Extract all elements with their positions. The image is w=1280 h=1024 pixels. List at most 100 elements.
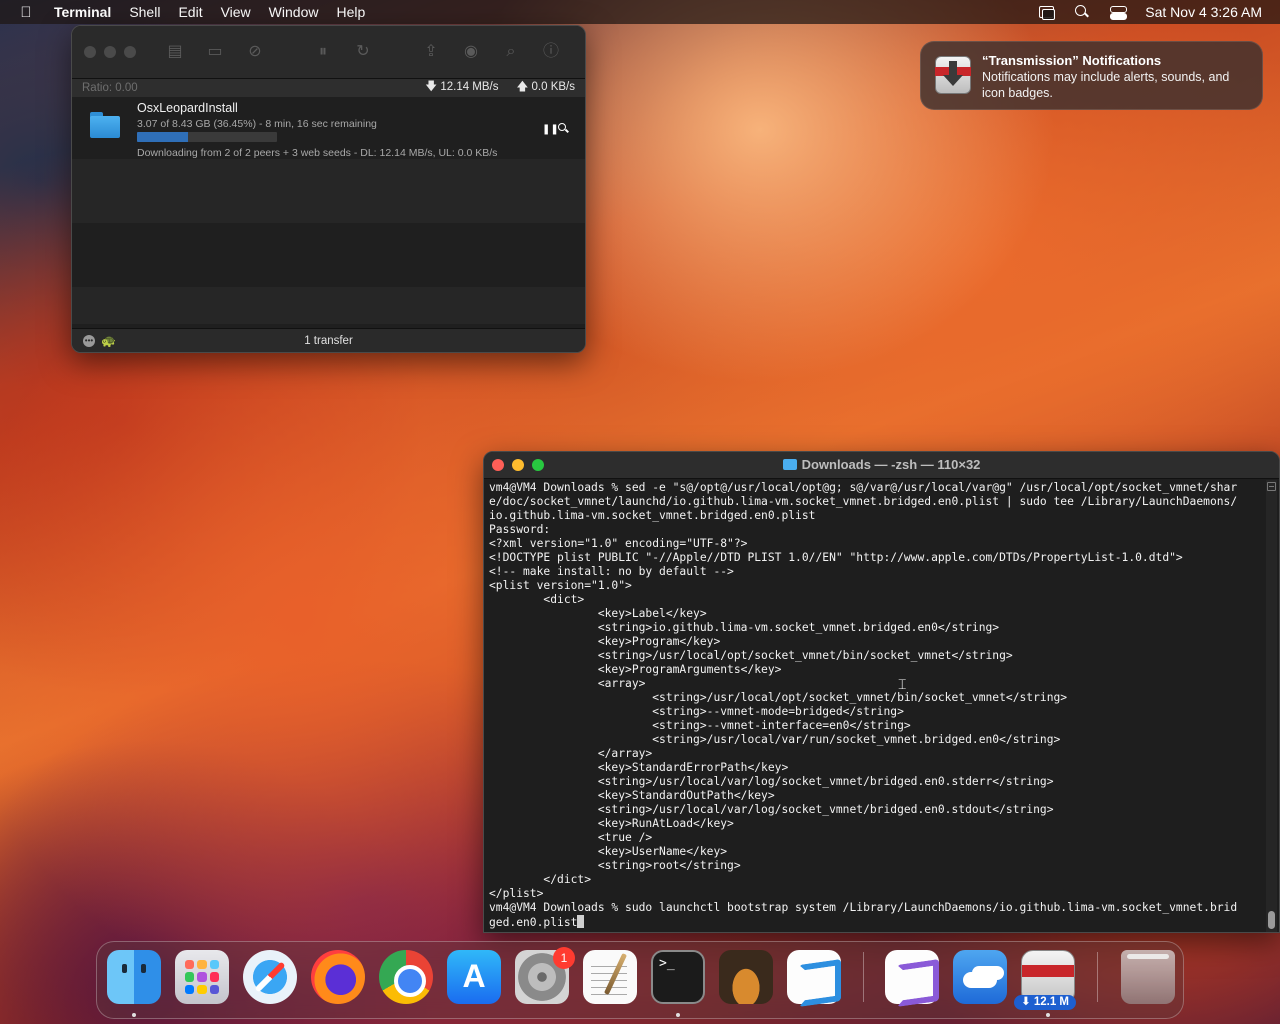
running-indicator — [132, 1013, 136, 1017]
terminal-line: </dict> — [489, 873, 592, 886]
apple-icon[interactable]:  — [0, 4, 52, 21]
firefox-icon[interactable] — [311, 950, 365, 1004]
terminal-line: io.github.lima-vm.socket_vmnet.bridged.e… — [489, 509, 816, 522]
transmission-toolbar: ▤ ▭ ⊘ ⏸ ↻ ⇪ ◉ ⌕ ⓘ — [72, 26, 585, 79]
upload-speed: 🡅 0.0 KB/s — [516, 80, 576, 93]
garageband-icon[interactable] — [719, 950, 773, 1004]
quick-look-icon[interactable]: ◉ — [460, 41, 482, 63]
terminal-line: vm4@VM4 Downloads % sed -e "s@/opt@/usr/… — [489, 481, 1238, 494]
resume-all-icon[interactable]: ↻ — [352, 41, 374, 63]
terminal-line: vm4@VM4 Downloads % sudo launchctl boots… — [489, 901, 1238, 914]
control-center-icon[interactable] — [1109, 5, 1128, 20]
terminal-line: <string>/usr/local/var/log/socket_vmnet/… — [489, 775, 1054, 788]
close-button[interactable] — [84, 46, 96, 58]
menu-bar:  Terminal Shell Edit View Window Help S… — [0, 0, 1280, 24]
share-icon[interactable]: ⇪ — [420, 41, 442, 63]
menu-view[interactable]: View — [212, 4, 260, 20]
terminal-output[interactable]: vm4@VM4 Downloads % sed -e "s@/opt@/usr/… — [489, 481, 1264, 931]
terminal-line: <string>root</string> — [489, 859, 741, 872]
terminal-title: Downloads — -zsh — 110×32 — [484, 457, 1279, 472]
terminal-scrollbar[interactable] — [1266, 480, 1277, 932]
torrent-row[interactable]: OsxLeopardInstall 3.07 of 8.43 GB (36.45… — [72, 97, 585, 159]
menu-bar-clock[interactable]: Sat Nov 4 3:26 AM — [1145, 4, 1262, 20]
dock-separator — [863, 952, 864, 1002]
dock-separator — [1097, 952, 1098, 1002]
safari-icon[interactable] — [243, 950, 297, 1004]
running-indicator — [676, 1013, 680, 1017]
terminal-line: <?xml version="1.0" encoding="UTF-8"?> — [489, 537, 748, 550]
finder-icon[interactable] — [107, 950, 161, 1004]
transmission-download-badge: ⬇ 12.1 M — [1014, 995, 1076, 1010]
menu-help[interactable]: Help — [327, 4, 374, 20]
terminal-line: <string>/usr/local/var/log/socket_vmnet/… — [489, 803, 1054, 816]
terminal-line: </plist> — [489, 887, 544, 900]
remove-torrent-icon[interactable]: ⊘ — [244, 41, 266, 63]
split-pane-icon[interactable] — [1267, 482, 1276, 491]
menu-app-name[interactable]: Terminal — [52, 4, 120, 20]
terminal-window: Downloads — -zsh — 110×32 vm4@VM4 Downlo… — [483, 451, 1280, 933]
menu-window[interactable]: Window — [260, 4, 328, 20]
open-torrent-file-icon[interactable]: ▤ — [164, 41, 186, 63]
terminal-line: <key>UserName</key> — [489, 845, 728, 858]
terminal-line: <dict> — [489, 593, 585, 606]
inspector-info-icon[interactable]: ⓘ — [540, 41, 562, 63]
notification-banner[interactable]: “Transmission” Notifications Notificatio… — [920, 41, 1263, 110]
terminal-titlebar[interactable]: Downloads — -zsh — 110×32 — [484, 452, 1279, 479]
notification-title: “Transmission” Notifications — [982, 53, 1162, 68]
terminal-line: </array> — [489, 747, 653, 760]
windows-icon[interactable] — [1037, 5, 1056, 20]
scrollbar-thumb[interactable] — [1268, 911, 1275, 929]
terminal-line: <true /> — [489, 831, 653, 844]
launchpad-icon[interactable] — [175, 950, 229, 1004]
terminal-line: Password: — [489, 523, 551, 536]
pause-icon[interactable]: ❚❚ — [542, 124, 559, 135]
vscode-icon[interactable] — [787, 950, 841, 1004]
torrent-progress-fill — [137, 132, 189, 142]
download-arrow-icon: 🡇 — [425, 80, 441, 93]
menu-shell[interactable]: Shell — [120, 4, 169, 20]
ibeam-cursor-icon: ⌶ — [898, 676, 907, 692]
empty-row — [72, 287, 585, 324]
open-folder-icon[interactable]: ▭ — [204, 41, 226, 63]
terminal-line: ged.en0.plist — [489, 915, 1264, 930]
terminal-line: <key>StandardErrorPath</key> — [489, 761, 789, 774]
terminal-line: <key>RunAtLoad</key> — [489, 817, 734, 830]
notification-body: Notifications may include alerts, sounds… — [982, 70, 1230, 100]
transmission-app-icon — [935, 56, 971, 94]
running-indicator — [1046, 1013, 1050, 1017]
terminal-line: e/doc/socket_vmnet/launchd/io.github.lim… — [489, 495, 1238, 508]
app-store-icon[interactable] — [447, 950, 501, 1004]
transmission-footer: ••• 🐢 1 transfer — [72, 328, 585, 352]
terminal-line: <key>Label</key> — [489, 607, 707, 620]
download-speed: 🡇 12.14 MB/s — [425, 80, 499, 93]
terminal-line: <!DOCTYPE plist PUBLIC "-//Apple//DTD PL… — [489, 551, 1183, 564]
chrome-icon[interactable] — [379, 950, 433, 1004]
minimize-button[interactable] — [104, 46, 116, 58]
torrent-progress-text: 3.07 of 8.43 GB (36.45%) - 8 min, 16 sec… — [137, 118, 377, 130]
weather-icon[interactable] — [953, 950, 1007, 1004]
terminal-line: <string>io.github.lima-vm.socket_vmnet.b… — [489, 621, 1000, 634]
menu-edit[interactable]: Edit — [169, 4, 211, 20]
terminal-line: <key>ProgramArguments</key> — [489, 663, 782, 676]
upload-arrow-icon: 🡅 — [516, 80, 532, 93]
dock: 1 ⬇ 12.1 M — [96, 941, 1184, 1019]
ratio-label[interactable]: Ratio: 0.00 — [82, 82, 407, 94]
terminal-line: <key>StandardOutPath</key> — [489, 789, 775, 802]
folder-icon — [90, 112, 120, 138]
terminal-line: <string>/usr/local/opt/socket_vmnet/bin/… — [489, 691, 1068, 704]
trash-icon[interactable] — [1121, 950, 1175, 1004]
transmission-window: ▤ ▭ ⊘ ⏸ ↻ ⇪ ◉ ⌕ ⓘ Ratio: 0.00 🡇 12.14 MB… — [71, 25, 586, 353]
terminal-icon[interactable] — [651, 950, 705, 1004]
textedit-icon[interactable] — [583, 950, 637, 1004]
terminal-line: <string>--vmnet-mode=bridged</string> — [489, 705, 904, 718]
pause-all-icon[interactable]: ⏸ — [312, 41, 334, 63]
transmission-status-bar: Ratio: 0.00 🡇 12.14 MB/s 🡅 0.0 KB/s — [72, 79, 585, 97]
visual-studio-icon[interactable] — [885, 950, 939, 1004]
zoom-button[interactable] — [124, 46, 136, 58]
search-icon[interactable] — [1073, 5, 1091, 19]
reveal-in-finder-icon[interactable] — [558, 123, 568, 133]
terminal-line: <string>/usr/local/var/run/socket_vmnet.… — [489, 733, 1061, 746]
filter-search-icon[interactable]: ⌕ — [500, 41, 522, 63]
terminal-line: <array> — [489, 677, 646, 690]
terminal-line: <key>Program</key> — [489, 635, 721, 648]
